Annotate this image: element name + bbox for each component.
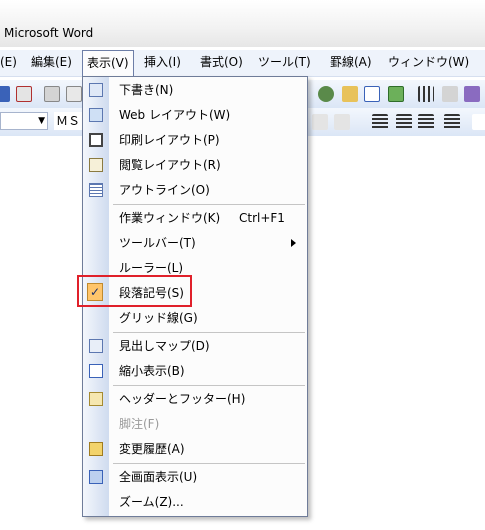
menu-item-label: グリッド線(G) (119, 311, 198, 325)
style-dropdown[interactable]: ▼ (0, 112, 48, 130)
menu-item-document-map[interactable]: 見出しマップ(D) (83, 334, 307, 358)
menu-item-label: アウトライン(O) (119, 183, 210, 197)
menu-item-label: 印刷レイアウト(P) (119, 133, 220, 147)
bullets-icon[interactable] (472, 114, 485, 130)
menu-format[interactable]: 書式(O) (196, 50, 247, 75)
align-right-icon[interactable] (396, 114, 412, 130)
menu-separator (113, 463, 305, 464)
print-layout-icon (88, 132, 104, 148)
menu-item-label: 閲覧レイアウト(R) (119, 158, 221, 172)
menu-table[interactable]: 罫線(A) (326, 50, 376, 75)
menu-item-reading-layout[interactable]: 閲覧レイアウト(R) (83, 153, 307, 177)
chevron-down-icon: ▼ (38, 116, 45, 126)
menu-item-label: 変更履歴(A) (119, 442, 185, 456)
menu-item-label: 全画面表示(U) (119, 470, 198, 484)
distributed-icon[interactable] (418, 114, 434, 130)
menu-item-web-layout[interactable]: Web レイアウト(W) (83, 103, 307, 127)
hyperlink-icon[interactable] (318, 86, 334, 102)
menu-item-footnotes: 脚注(F) (83, 412, 307, 436)
menu-item-label: ズーム(Z)... (119, 495, 184, 509)
print-preview-icon[interactable] (66, 86, 82, 102)
full-screen-icon (88, 469, 104, 485)
align-center-icon[interactable] (372, 114, 388, 130)
menu-item-toolbars[interactable]: ツールバー(T) (83, 231, 307, 255)
menu-item-label: 脚注(F) (119, 417, 160, 431)
menu-item-draft[interactable]: 下書き(N) (83, 78, 307, 102)
save-icon[interactable] (0, 86, 10, 102)
drawing-icon[interactable] (442, 86, 458, 102)
character-scaling-icon[interactable] (334, 114, 350, 130)
menu-item-zoom[interactable]: ズーム(Z)... (83, 490, 307, 514)
menu-item-full-screen[interactable]: 全画面表示(U) (83, 465, 307, 489)
thumbnails-icon (88, 363, 104, 379)
print-icon[interactable] (44, 86, 60, 102)
menu-item-shortcut: Ctrl+F1 (239, 211, 285, 225)
menu-item-label: ツールバー(T) (119, 236, 196, 250)
track-changes-icon (88, 441, 104, 457)
menu-edit[interactable]: 編集(E) (27, 50, 76, 75)
menu-item-label: 見出しマップ(D) (119, 339, 210, 353)
document-map-icon (88, 338, 104, 354)
menu-item-outline[interactable]: アウトライン(O) (83, 178, 307, 202)
menu-item-label: 作業ウィンドウ(K) (119, 211, 221, 225)
menu-item-print-layout[interactable]: 印刷レイアウト(P) (83, 128, 307, 152)
insert-table-icon[interactable] (364, 86, 380, 102)
menu-item-label: 下書き(N) (119, 83, 174, 97)
menu-separator (113, 332, 305, 333)
menu-item-label: ヘッダーとフッター(H) (119, 392, 246, 406)
menu-item-header-footer[interactable]: ヘッダーとフッター(H) (83, 387, 307, 411)
columns-icon[interactable] (418, 86, 434, 102)
menu-item-label: Web レイアウト(W) (119, 108, 231, 122)
font-name-box[interactable]: ＭＳ (54, 112, 84, 130)
menu-item-task-pane[interactable]: 作業ウィンドウ(K) Ctrl+F1 (83, 206, 307, 230)
permission-icon[interactable] (16, 86, 32, 102)
menu-item-label: 縮小表示(B) (119, 364, 185, 378)
tables-borders-icon[interactable] (342, 86, 358, 102)
menu-item-gridlines[interactable]: グリッド線(G) (83, 306, 307, 330)
header-footer-icon (88, 391, 104, 407)
menu-item-track-changes[interactable]: 変更履歴(A) (83, 437, 307, 461)
web-layout-icon (88, 107, 104, 123)
menu-view[interactable]: 表示(V) (82, 50, 134, 76)
document-map-toolbar-icon[interactable] (464, 86, 480, 102)
menu-insert[interactable]: 挿入(I) (140, 50, 185, 75)
insert-excel-icon[interactable] (388, 86, 404, 102)
menu-tools[interactable]: ツール(T) (254, 50, 315, 75)
menu-window[interactable]: ウィンドウ(W) (384, 50, 473, 75)
menu-bar: (E) 編集(E) 表示(V) 挿入(I) 書式(O) ツール(T) 罫線(A)… (0, 50, 485, 77)
draft-view-icon (88, 82, 104, 98)
menu-item-thumbnails[interactable]: 縮小表示(B) (83, 359, 307, 383)
reading-layout-icon (88, 157, 104, 173)
outline-icon (88, 182, 104, 198)
annotation-highlight-box (77, 275, 192, 307)
menu-edit-partial[interactable]: (E) (0, 50, 21, 75)
menu-separator (113, 385, 305, 386)
font-color-icon[interactable] (312, 114, 328, 130)
menu-separator (113, 204, 305, 205)
line-spacing-icon[interactable] (444, 114, 460, 130)
submenu-arrow-icon (291, 239, 296, 247)
title-bar: Microsoft Word (0, 0, 485, 47)
window-title: Microsoft Word (4, 26, 94, 40)
